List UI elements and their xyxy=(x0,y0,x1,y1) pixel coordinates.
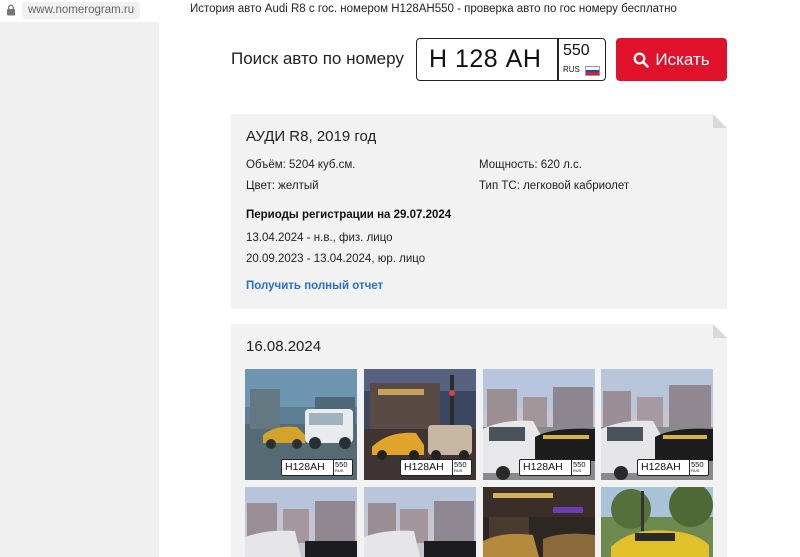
lock-icon xyxy=(7,4,15,16)
car-power: Мощность: 620 л.с. xyxy=(479,159,582,171)
search-label: Поиск авто по номеру xyxy=(231,49,404,68)
car-photo-thumbnail[interactable]: Н128АН 550 RUS xyxy=(245,369,357,480)
thumbnail-plate-country: RUS xyxy=(335,468,344,473)
thumbnail-plate-divider xyxy=(333,460,334,475)
plate-region-value: 550 xyxy=(563,42,590,59)
plate-divider xyxy=(557,39,559,80)
page-title: История авто Audi R8 с гос. номером Н128… xyxy=(190,3,677,15)
car-title: АУДИ R8, 2019 год xyxy=(246,128,377,145)
registration-period: 13.04.2024 xyxy=(246,232,304,244)
car-photo-thumbnail[interactable]: Н128АН 550 RUS xyxy=(483,369,595,480)
thumbnail-plate-number: Н128АН xyxy=(641,461,681,473)
car-photo xyxy=(601,487,713,557)
car-color: Цвет: желтый xyxy=(246,180,319,192)
left-gutter xyxy=(0,22,159,557)
registration-period: 20.09.2023 - 13.04.2024 xyxy=(246,253,372,265)
car-volume: Объём: 5204 куб.см. xyxy=(246,159,356,171)
thumbnail-plate: Н128АН 550 RUS xyxy=(400,459,472,476)
registration-detail: - н.в., физ. лицо xyxy=(303,232,393,244)
plate-country-label: RUS xyxy=(563,65,580,74)
thumbnail-plate-country: RUS xyxy=(454,468,463,473)
full-report-link[interactable]: Получить полный отчет xyxy=(246,280,383,292)
card-corner-fold xyxy=(713,114,727,128)
search-icon xyxy=(633,52,650,68)
thumbnail-plate-divider xyxy=(452,460,453,475)
thumbnail-plate: Н128АН 550 RUS xyxy=(281,459,353,476)
thumbnail-plate-number: Н128АН xyxy=(285,461,325,473)
car-photo-thumbnail[interactable]: Н128АН 550 RUS xyxy=(364,369,476,480)
photos-card: 16.08.2024 Н128АН 550 RUS Н128АН 550 RUS… xyxy=(231,324,727,557)
thumbnail-plate-number: Н128АН xyxy=(404,461,444,473)
address-bar[interactable]: www.nomerogram.ru xyxy=(22,2,141,19)
thumbnail-plate: Н128АН 550 RUS xyxy=(637,459,709,476)
plate-number-input[interactable]: Н 128 АН 550 RUS xyxy=(416,38,606,81)
thumbnail-plate-country: RUS xyxy=(691,468,700,473)
plate-number-value: Н 128 АН xyxy=(429,45,542,73)
car-photo xyxy=(245,487,357,557)
search-button[interactable]: Искать xyxy=(616,38,727,81)
russian-flag-icon xyxy=(585,66,600,76)
thumbnail-plate: Н128АН 550 RUS xyxy=(519,459,591,476)
car-photo-thumbnail[interactable] xyxy=(601,487,713,557)
thumbnail-plate-number: Н128АН xyxy=(523,461,563,473)
thumbnail-plate-divider xyxy=(571,460,572,475)
car-type: Тип ТС: легковой кабриолет xyxy=(479,180,630,192)
car-photo xyxy=(483,487,595,557)
registration-row: 20.09.2023 - 13.04.2024, юр. лицо xyxy=(246,253,425,265)
thumbnail-plate-country: RUS xyxy=(573,468,582,473)
card-corner-fold xyxy=(713,324,727,338)
car-photo-thumbnail[interactable]: Н128АН 550 RUS xyxy=(601,369,713,480)
car-photo xyxy=(364,487,476,557)
car-photo-thumbnail[interactable] xyxy=(483,487,595,557)
registration-title: Периоды регистрации на 29.07.2024 xyxy=(246,209,452,221)
car-photo-thumbnail[interactable] xyxy=(364,487,476,557)
registration-detail: , юр. лицо xyxy=(371,253,426,265)
car-photo-thumbnail[interactable] xyxy=(245,487,357,557)
search-button-label: Искать xyxy=(655,49,710,69)
car-info-card: АУДИ R8, 2019 год Объём: 5204 куб.см. Мо… xyxy=(231,114,727,309)
registration-row: 13.04.2024 - н.в., физ. лицо xyxy=(246,232,393,244)
thumbnail-plate-divider xyxy=(689,460,690,475)
photo-date: 16.08.2024 xyxy=(246,338,322,355)
browser-bar: www.nomerogram.ru История авто Audi R8 с… xyxy=(0,0,800,23)
